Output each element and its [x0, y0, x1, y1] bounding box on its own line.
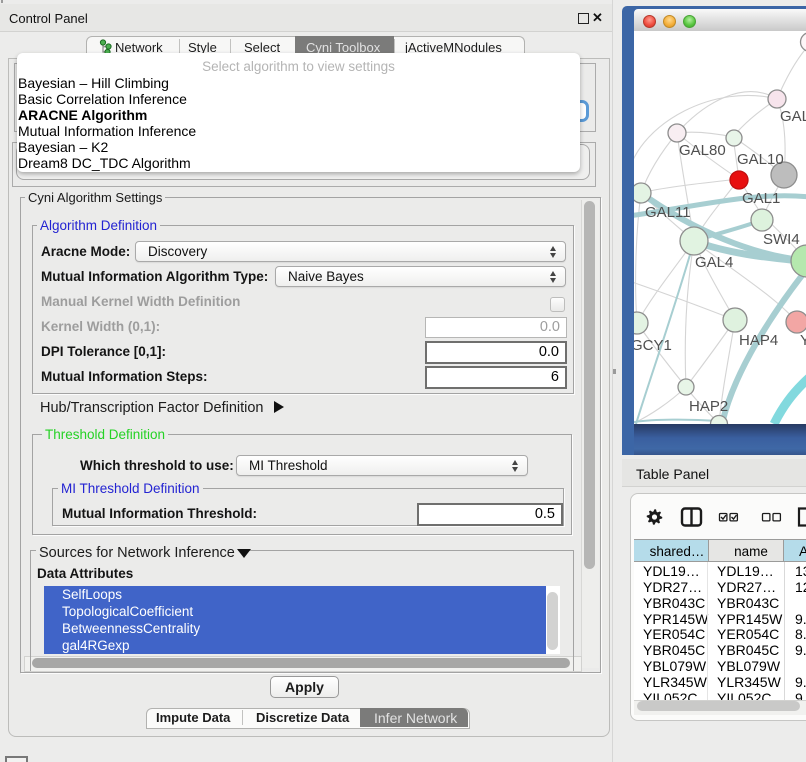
svg-text:GAL2: GAL2	[780, 108, 806, 125]
svg-text:GAL11: GAL11	[645, 204, 691, 221]
svg-text:HAP4: HAP4	[739, 332, 778, 349]
svg-text:SWI4: SWI4	[763, 231, 800, 248]
svg-text:GAL1: GAL1	[742, 190, 780, 207]
svg-text:GAL80: GAL80	[679, 142, 726, 159]
svg-text:HAP2: HAP2	[689, 398, 728, 415]
svg-text:GAL10: GAL10	[737, 151, 784, 168]
svg-text:GCY1: GCY1	[634, 337, 672, 354]
svg-text:GAL4: GAL4	[695, 254, 733, 271]
svg-text:Y: Y	[800, 332, 806, 349]
